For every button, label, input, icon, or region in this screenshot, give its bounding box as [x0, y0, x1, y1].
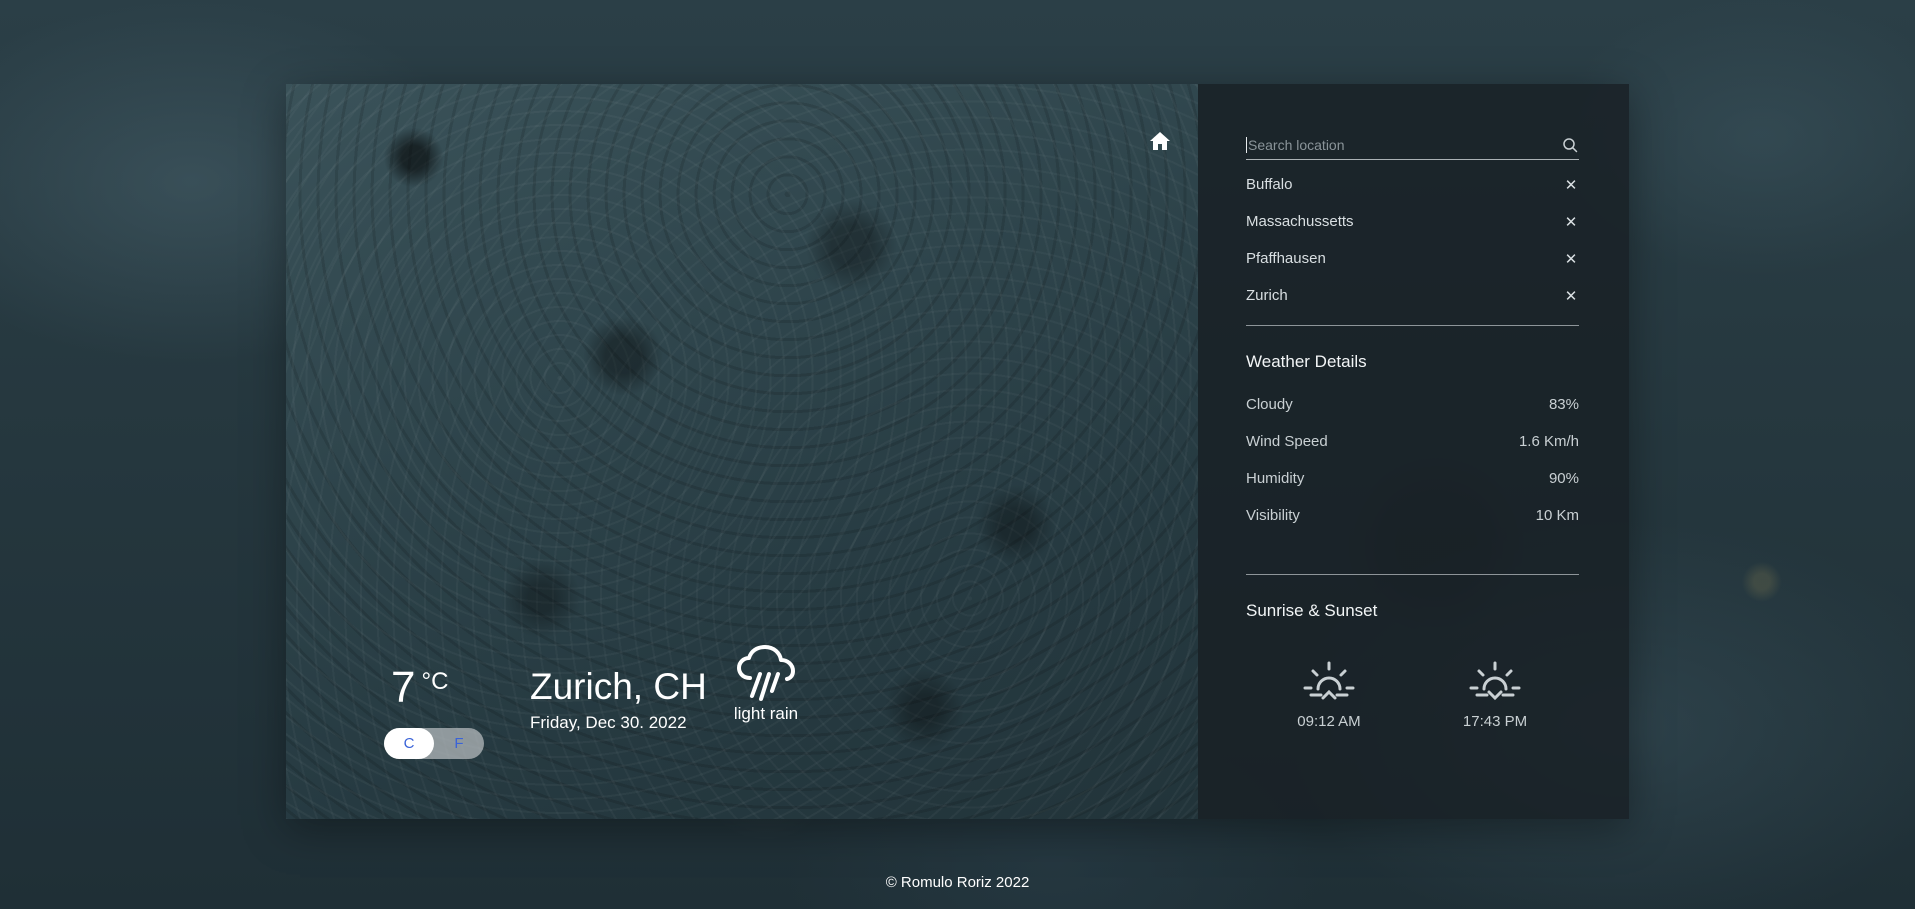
detail-label: Wind Speed [1246, 433, 1328, 450]
close-icon[interactable]: ✕ [1563, 250, 1579, 268]
location-label[interactable]: Pfaffhausen [1246, 250, 1326, 267]
location-label[interactable]: Massachussetts [1246, 213, 1354, 230]
footer-credit: © Romulo Roriz 2022 [885, 874, 1030, 891]
search-input[interactable] [1246, 136, 1561, 153]
weather-details-list: Cloudy 83% Wind Speed 1.6 Km/h Humidity … [1246, 386, 1579, 534]
location-name: Zurich, CH [530, 666, 707, 707]
temperature-value: 7 [391, 663, 416, 712]
sunset-icon [1469, 661, 1521, 701]
unit-fahrenheit-button[interactable]: F [434, 728, 484, 759]
close-icon[interactable]: ✕ [1563, 213, 1579, 231]
location-label[interactable]: Buffalo [1246, 176, 1292, 193]
detail-value: 90% [1548, 470, 1579, 487]
list-item[interactable]: Massachussetts ✕ [1246, 203, 1579, 240]
sunrise-time: 09:12 AM [1297, 713, 1361, 730]
weather-hero: 7 °C C F Zurich, CH Friday, Dec 30. 2022 … [286, 84, 1198, 819]
close-icon[interactable]: ✕ [1563, 176, 1579, 194]
recent-locations: Buffalo ✕ Massachussetts ✕ Pfaffhausen ✕… [1246, 166, 1579, 314]
list-item[interactable]: Pfaffhausen ✕ [1246, 240, 1579, 277]
detail-value: 1.6 Km/h [1518, 433, 1579, 450]
sidebar-panel: Buffalo ✕ Massachussetts ✕ Pfaffhausen ✕… [1198, 84, 1629, 819]
temperature: 7 °C [391, 666, 448, 710]
detail-value: 10 Km [1535, 507, 1579, 524]
location-label[interactable]: Zurich [1246, 287, 1288, 304]
detail-label: Cloudy [1246, 396, 1293, 413]
list-item[interactable]: Zurich ✕ [1246, 277, 1579, 314]
sunset: 17:43 PM [1412, 659, 1578, 730]
sunrise-sunset: 09:12 AM 17:43 PM [1246, 659, 1579, 730]
divider [1246, 574, 1579, 575]
sunrise: 09:12 AM [1246, 659, 1412, 730]
location-date: Friday, Dec 30. 2022 [530, 713, 687, 732]
list-item[interactable]: Buffalo ✕ [1246, 166, 1579, 203]
weather-card: 7 °C C F Zurich, CH Friday, Dec 30. 2022 … [286, 84, 1629, 819]
search-icon[interactable] [1561, 136, 1579, 154]
detail-row-visibility: Visibility 10 Km [1246, 497, 1579, 534]
cloud-rain-icon [737, 645, 795, 701]
condition-text: light rain [733, 704, 799, 723]
detail-label: Humidity [1246, 470, 1305, 487]
sunrise-sunset-title: Sunrise & Sunset [1246, 601, 1378, 620]
location-block: Zurich, CH Friday, Dec 30. 2022 [530, 668, 707, 733]
sunrise-icon [1303, 661, 1355, 700]
sunset-time: 17:43 PM [1462, 713, 1528, 730]
weather-details-title: Weather Details [1246, 352, 1367, 371]
detail-label: Visibility [1246, 507, 1300, 524]
condition-block: light rain [731, 644, 801, 724]
detail-row-cloudy: Cloudy 83% [1246, 386, 1579, 423]
detail-row-humidity: Humidity 90% [1246, 460, 1579, 497]
unit-celsius-button[interactable]: C [384, 728, 434, 759]
search-bar [1246, 130, 1579, 160]
temperature-unit: °C [421, 668, 449, 695]
detail-value: 83% [1548, 396, 1579, 413]
close-icon[interactable]: ✕ [1563, 287, 1579, 305]
divider [1246, 325, 1579, 326]
detail-row-wind-speed: Wind Speed 1.6 Km/h [1246, 423, 1579, 460]
unit-toggle[interactable]: C F [384, 728, 484, 759]
home-icon[interactable] [1148, 129, 1172, 153]
